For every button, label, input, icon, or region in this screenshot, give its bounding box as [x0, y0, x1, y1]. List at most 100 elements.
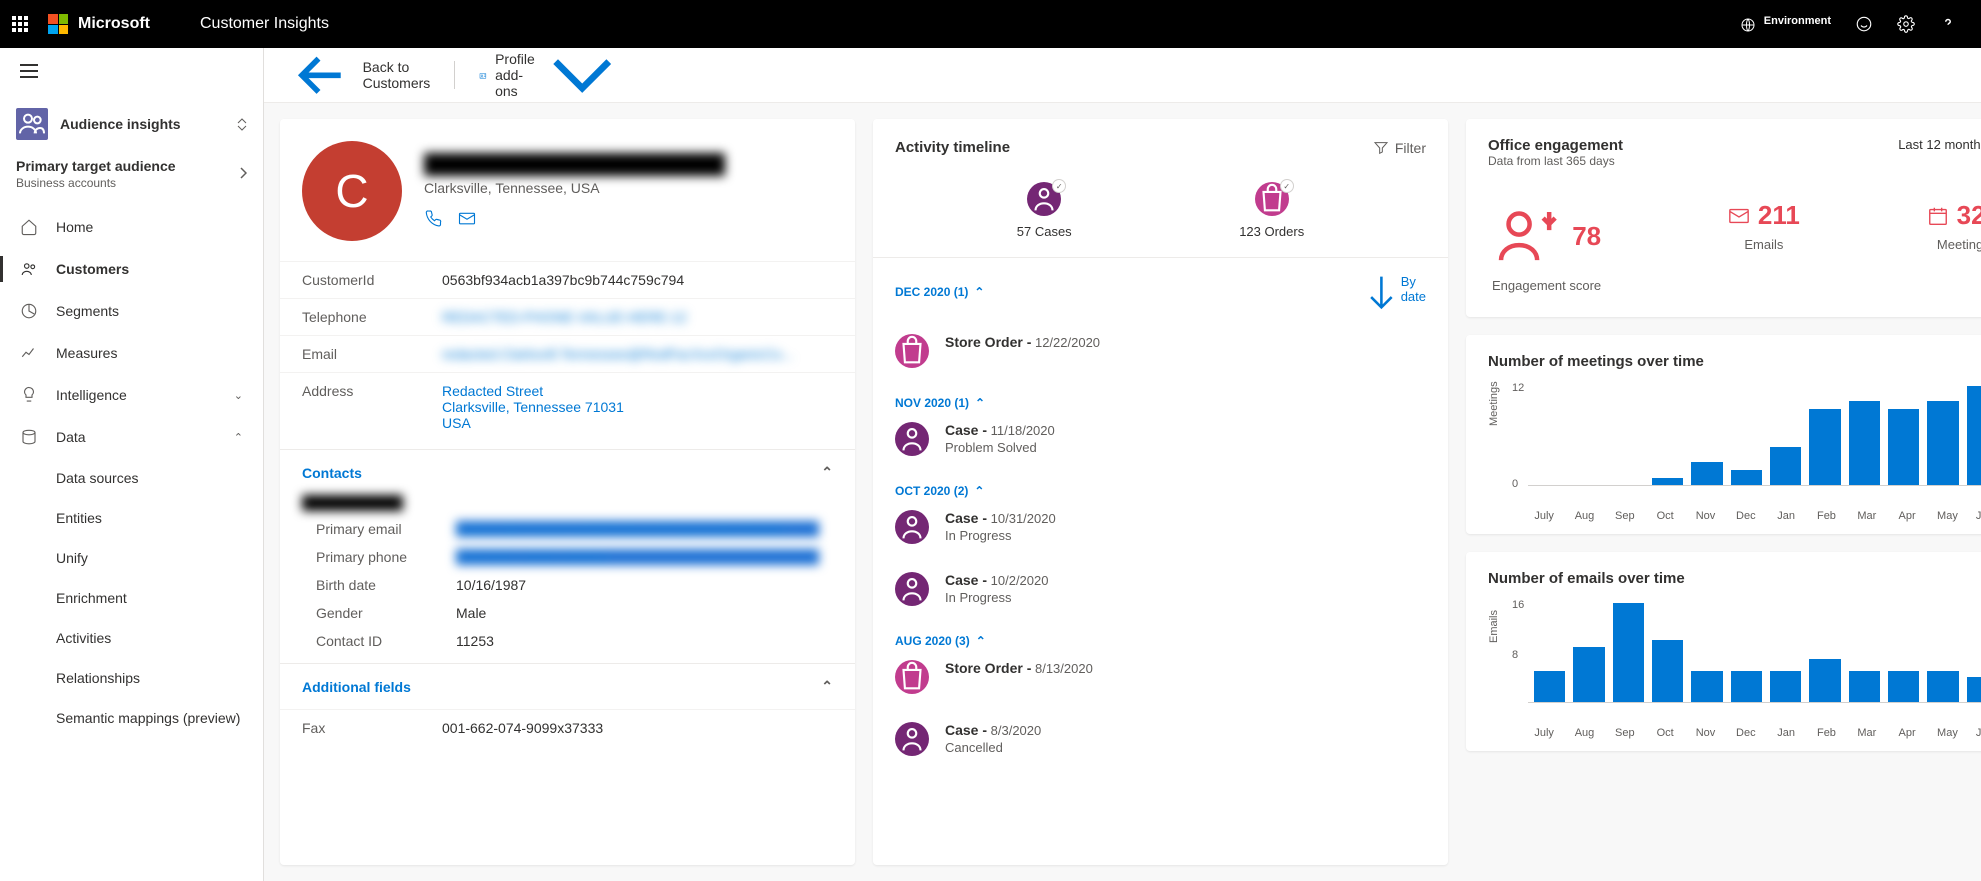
timeline-item[interactable]: Case - 10/2/2020In Progress	[895, 562, 1426, 624]
insights-switcher[interactable]: Audience insights	[0, 94, 263, 154]
chart-bar	[1849, 401, 1880, 485]
emails-chart-card: Number of emails over time Emails 168 Ju…	[1466, 552, 1981, 751]
contact-name: Redacted Name	[302, 495, 403, 511]
chevron-up-icon: ⌃	[974, 484, 984, 498]
intelligence-icon	[20, 386, 38, 404]
brand-text: Microsoft	[78, 15, 150, 33]
nav-relationships[interactable]: Relationships	[0, 658, 263, 698]
nav-label: Data	[56, 429, 86, 445]
app-launcher-icon[interactable]	[12, 16, 28, 32]
nav-home[interactable]: Home	[0, 206, 263, 248]
audience-insights-icon	[16, 108, 48, 140]
x-label: Apr	[1891, 510, 1923, 522]
app-header: Microsoft Customer Insights Environment	[0, 0, 1981, 48]
nav-activities[interactable]: Activities	[0, 618, 263, 658]
chart-bar	[1691, 671, 1722, 702]
x-label: Oct	[1649, 510, 1681, 522]
stat-orders[interactable]: ✓ 123 Orders	[1239, 182, 1304, 239]
smile-feedback-icon[interactable]	[1855, 15, 1873, 33]
timeline-item[interactable]: Case - 10/31/2020In Progress	[895, 500, 1426, 562]
chart-bar	[1652, 640, 1683, 702]
x-label: Sep	[1609, 727, 1641, 739]
order-icon	[895, 334, 929, 368]
order-icon	[895, 660, 929, 694]
chart-bar	[1534, 671, 1565, 702]
chart-bar	[1967, 677, 1981, 702]
metric-emails: 211Emails	[1728, 200, 1800, 293]
segments-icon	[20, 302, 38, 320]
field-fax: Fax001-662-074-9099x37333	[280, 709, 855, 746]
stat-cases[interactable]: ✓ 57 Cases	[1017, 182, 1072, 239]
chart-bar	[1927, 671, 1958, 702]
back-button[interactable]: Back to Customers	[288, 48, 430, 108]
x-label: Mar	[1851, 510, 1883, 522]
engagement-title: Office engagement	[1488, 137, 1623, 154]
primary-audience-picker[interactable]: Primary target audience Business account…	[0, 154, 263, 206]
chevron-down-icon: ⌄	[234, 389, 243, 402]
chart-bar	[1888, 671, 1919, 702]
nav-entities[interactable]: Entities	[0, 498, 263, 538]
contact-id-row: Contact ID11253	[302, 627, 833, 655]
x-label: Apr	[1891, 727, 1923, 739]
nav-customers[interactable]: Customers	[0, 248, 263, 290]
chart-bar	[1849, 671, 1880, 702]
timeline-group-nov[interactable]: NOV 2020 (1) ⌃	[895, 386, 1426, 412]
call-button[interactable]	[424, 208, 442, 229]
engagement-card: Office engagement Data from last 365 day…	[1466, 119, 1981, 317]
command-bar: Back to Customers Profile add-ons	[264, 48, 1981, 103]
chart-bar	[1770, 671, 1801, 702]
nav-label: Entities	[56, 510, 102, 526]
nav-label: Enrichment	[56, 590, 127, 606]
nav-segments[interactable]: Segments	[0, 290, 263, 332]
nav-semantic[interactable]: Semantic mappings (preview)	[0, 698, 263, 738]
chart-bar	[1652, 478, 1683, 486]
nav-unify[interactable]: Unify	[0, 538, 263, 578]
x-label: Nov	[1689, 510, 1721, 522]
nav-label: Measures	[56, 345, 117, 361]
contact-birth-row: Birth date10/16/1987	[302, 571, 833, 599]
timeline-item[interactable]: Case - 11/18/2020Problem Solved	[895, 412, 1426, 474]
profile-addons-button[interactable]: Profile add-ons	[479, 51, 615, 99]
nav-intelligence[interactable]: Intelligence⌄	[0, 374, 263, 416]
chevron-up-icon: ⌃	[974, 285, 984, 299]
chart-bar	[1731, 671, 1762, 702]
nav-measures[interactable]: Measures	[0, 332, 263, 374]
timeline-item[interactable]: Case - 8/3/2020Cancelled	[895, 712, 1426, 774]
nav-data-sources[interactable]: Data sources	[0, 458, 263, 498]
nav-enrichment[interactable]: Enrichment	[0, 578, 263, 618]
activity-timeline-card: Activity timeline Filter ✓ 57 Cases ✓ 12…	[873, 119, 1448, 865]
help-icon[interactable]	[1939, 15, 1957, 33]
timeline-group-dec[interactable]: DEC 2020 (1) ⌃	[895, 274, 984, 310]
filter-button[interactable]: Filter	[1373, 140, 1426, 156]
x-label: Aug	[1568, 510, 1600, 522]
chevron-right-icon	[239, 166, 247, 182]
nav-data[interactable]: Data⌃	[0, 416, 263, 458]
sort-by-date[interactable]: By date	[1366, 274, 1426, 310]
chart-bar	[1573, 647, 1604, 703]
timeline-group-oct[interactable]: OCT 2020 (2) ⌃	[895, 474, 1426, 500]
avatar: C	[302, 141, 402, 241]
range-picker[interactable]: Last 12 months⌄	[1898, 137, 1981, 153]
hamburger-button[interactable]	[0, 48, 263, 94]
timeline-title: Activity timeline	[895, 139, 1010, 156]
environment-picker[interactable]: Environment	[1740, 15, 1831, 33]
x-label: Dec	[1730, 727, 1762, 739]
microsoft-logo: Microsoft	[48, 14, 150, 34]
contacts-section-header[interactable]: Contacts⌃	[280, 449, 855, 495]
chart-bar	[1809, 659, 1840, 702]
addons-label: Profile add-ons	[495, 51, 541, 99]
x-label: Feb	[1810, 510, 1842, 522]
email-button[interactable]	[458, 208, 476, 229]
contact-phone-row: Primary phoneXXX/XXX-XXXX-XXXXx	[302, 543, 833, 571]
nav-label: Semantic mappings (preview)	[56, 710, 240, 726]
meetings-chart: Meetings 120	[1488, 386, 1981, 506]
timeline-item[interactable]: Store Order - 12/22/2020	[895, 324, 1426, 386]
x-label: May	[1931, 510, 1963, 522]
x-label: July	[1528, 727, 1560, 739]
gear-icon[interactable]	[1897, 15, 1915, 33]
x-label: May	[1931, 727, 1963, 739]
additional-fields-header[interactable]: Additional fields⌃	[280, 663, 855, 709]
sidebar: Audience insights Primary target audienc…	[0, 48, 264, 881]
timeline-group-aug[interactable]: AUG 2020 (3) ⌃	[895, 624, 1426, 650]
timeline-item[interactable]: Store Order - 8/13/2020	[895, 650, 1426, 712]
